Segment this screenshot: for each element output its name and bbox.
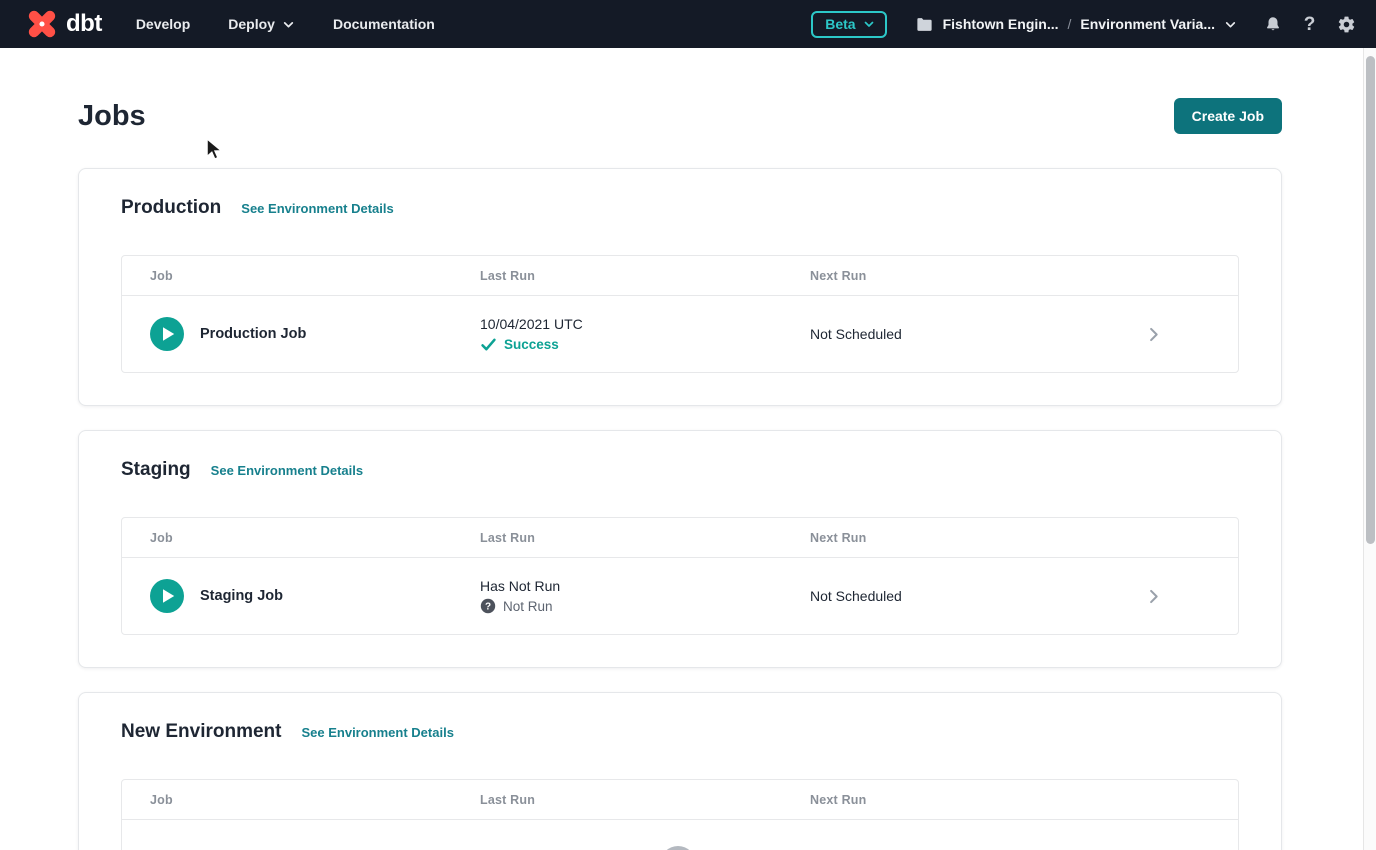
column-header-next-run: Next Run (810, 531, 1144, 545)
see-environment-details-link[interactable]: See Environment Details (301, 725, 453, 740)
breadcrumb-separator: / (1068, 16, 1072, 32)
next-run-value: Not Scheduled (810, 588, 1144, 604)
breadcrumb[interactable]: Fishtown Engin... / Environment Varia... (915, 15, 1237, 34)
table-header-row: Job Last Run Next Run (122, 780, 1238, 820)
last-run-date: 10/04/2021 UTC (480, 316, 810, 332)
jobs-table: Job Last Run Next Run Staging Job Has No… (121, 517, 1239, 635)
last-run-date: Has Not Run (480, 578, 810, 594)
nav-icon-group: ? (1263, 15, 1356, 34)
column-header-job: Job (150, 269, 480, 283)
nav-item-develop[interactable]: Develop (136, 16, 190, 32)
chevron-down-icon (282, 18, 295, 31)
nav-item-documentation[interactable]: Documentation (333, 16, 435, 32)
job-row-staging[interactable]: Staging Job Has Not Run ? Not Run Not Sc… (122, 558, 1238, 634)
jobs-table: Job Last Run Next Run ? (121, 779, 1239, 850)
vertical-scrollbar[interactable] (1363, 48, 1376, 850)
bell-icon[interactable] (1263, 15, 1282, 34)
column-header-last-run: Last Run (480, 531, 810, 545)
check-icon (480, 336, 497, 353)
next-run-value: Not Scheduled (810, 326, 1144, 342)
column-header-job: Job (150, 531, 480, 545)
job-name: Production Job (200, 326, 306, 342)
gear-icon[interactable] (1337, 15, 1356, 34)
breadcrumb-project[interactable]: Fishtown Engin... (943, 16, 1059, 32)
nav-item-deploy[interactable]: Deploy (228, 16, 295, 32)
column-header-last-run: Last Run (480, 793, 810, 807)
brand-name: dbt (66, 10, 102, 38)
beta-label: Beta (825, 16, 855, 32)
question-circle-icon: ? (658, 844, 698, 850)
chevron-right-icon[interactable] (1144, 325, 1163, 344)
dbt-logo-icon (24, 6, 60, 42)
status-text: Not Run (503, 599, 553, 614)
empty-jobs-state: ? (122, 820, 1238, 850)
play-button[interactable] (150, 579, 184, 613)
nav-links: Develop Deploy Documentation (136, 16, 435, 32)
scrollbar-thumb[interactable] (1366, 56, 1375, 544)
last-run-status: ? Not Run (480, 598, 810, 614)
chevron-right-icon[interactable] (1144, 587, 1163, 606)
top-nav: dbt Develop Deploy Documentation Beta Fi… (0, 0, 1376, 48)
chevron-down-icon (1224, 18, 1237, 31)
nav-right: Beta Fishtown Engin... / Environment Var… (811, 11, 1356, 38)
page-title: Jobs (78, 100, 146, 133)
chevron-down-icon (863, 18, 875, 30)
column-header-job: Job (150, 793, 480, 807)
main-content: Jobs Create Job Production See Environme… (78, 48, 1282, 850)
environment-name: New Environment (121, 721, 281, 743)
environment-card-new-environment: New Environment See Environment Details … (78, 692, 1282, 850)
beta-dropdown[interactable]: Beta (811, 11, 886, 38)
table-header-row: Job Last Run Next Run (122, 256, 1238, 296)
last-run-status: Success (480, 336, 810, 353)
svg-text:?: ? (485, 601, 491, 612)
status-text: Success (504, 337, 559, 352)
folder-icon (915, 15, 934, 34)
environment-card-production: Production See Environment Details Job L… (78, 168, 1282, 406)
environment-name: Production (121, 197, 221, 219)
column-header-last-run: Last Run (480, 269, 810, 283)
column-header-next-run: Next Run (810, 793, 1144, 807)
environment-card-staging: Staging See Environment Details Job Last… (78, 430, 1282, 668)
create-job-button[interactable]: Create Job (1174, 98, 1282, 134)
help-icon[interactable]: ? (1300, 15, 1319, 34)
play-button[interactable] (150, 317, 184, 351)
job-name: Staging Job (200, 588, 283, 604)
jobs-table: Job Last Run Next Run Production Job 10/… (121, 255, 1239, 373)
column-header-next-run: Next Run (810, 269, 1144, 283)
breadcrumb-page[interactable]: Environment Varia... (1080, 16, 1215, 32)
page-header: Jobs Create Job (78, 48, 1282, 134)
dbt-logo[interactable]: dbt (24, 6, 102, 42)
table-header-row: Job Last Run Next Run (122, 518, 1238, 558)
see-environment-details-link[interactable]: See Environment Details (241, 201, 393, 216)
question-circle-icon: ? (480, 598, 496, 614)
see-environment-details-link[interactable]: See Environment Details (211, 463, 363, 478)
environment-name: Staging (121, 459, 191, 481)
job-row-production[interactable]: Production Job 10/04/2021 UTC Success No… (122, 296, 1238, 372)
